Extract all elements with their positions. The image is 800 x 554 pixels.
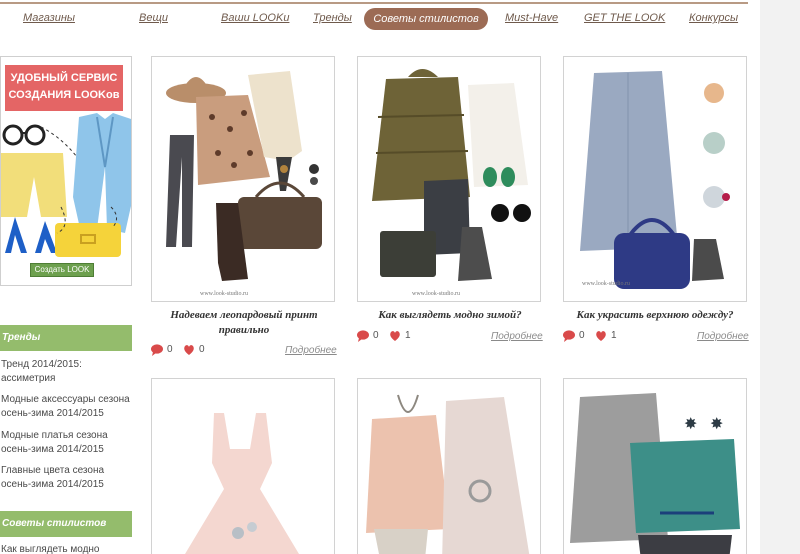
read-more-link[interactable]: Подробнее — [285, 345, 337, 356]
heart-icon[interactable] — [595, 330, 607, 342]
card-stats: 0 1 — [563, 330, 623, 344]
comment-bubble-icon[interactable] — [151, 344, 163, 356]
outerwear-decor-image: www.look-studio.ru — [580, 71, 730, 289]
nav-item-get-the-look[interactable]: GET THE LOOK — [584, 12, 665, 24]
card-stats: 0 1 — [357, 330, 417, 344]
comment-count: 0 — [579, 330, 585, 341]
heart-icon[interactable] — [389, 330, 401, 342]
pink-dress-image — [185, 413, 299, 554]
sidebar-link-main-colors[interactable]: Главные цвета сезона осень-зима 2014/201… — [1, 464, 131, 492]
snowflake-earring-icon: ✸ — [710, 416, 723, 433]
banner-collage-illustration — [1, 113, 131, 257]
nav-item-your-looks[interactable]: Ваши LOOKи — [221, 12, 289, 24]
nav-item-stylist-tips-active[interactable]: Советы стилистов — [364, 8, 488, 30]
sidebar-link-fashion-dresses[interactable]: Модные платья сезона осень-зима 2014/201… — [1, 429, 131, 457]
card-title[interactable]: Как выглядеть модно зимой? — [350, 308, 550, 323]
article-card-image[interactable] — [357, 378, 541, 554]
comment-count: 0 — [373, 330, 379, 341]
look-service-banner[interactable]: УДОБНЫЙ СЕРВИС СОЗДАНИЯ LOOKов — [0, 56, 132, 286]
article-card-image[interactable]: www.look-studio.ru — [563, 56, 747, 302]
winter-outfit-image: www.look-studio.ru — [372, 69, 531, 297]
read-more-link[interactable]: Подробнее — [697, 331, 749, 342]
like-count: 1 — [405, 330, 411, 341]
top-navigation: Магазины Вещи Ваши LOOKи Тренды Советы с… — [0, 0, 760, 36]
sidebar-heading-trends: Тренды — [0, 325, 132, 351]
sidebar-heading-stylist-tips: Советы стилистов — [0, 511, 132, 537]
card-title[interactable]: Надеваем леопардовый принт правильно — [144, 308, 344, 338]
sidebar-link-look-fashionable[interactable]: Как выглядеть модно — [1, 543, 131, 554]
nav-item-things[interactable]: Вещи — [139, 12, 168, 24]
article-card-image[interactable]: www.look-studio.ru — [357, 56, 541, 302]
sidebar-link-trend-asymmetry[interactable]: Тренд 2014/2015: ассиметрия — [1, 358, 131, 386]
like-count: 1 — [611, 330, 617, 341]
like-count: 0 — [199, 344, 205, 355]
nav-item-must-have[interactable]: Must-Have — [505, 12, 558, 24]
comment-bubble-icon[interactable] — [563, 330, 575, 342]
article-card-image[interactable]: www.look-studio.ru — [151, 56, 335, 302]
nav-top-rule — [0, 2, 748, 4]
snowflake-earring-icon: ✸ — [684, 416, 697, 433]
comment-bubble-icon[interactable] — [357, 330, 369, 342]
comment-count: 0 — [167, 344, 173, 355]
card-watermark: www.look-studio.ru — [412, 291, 460, 297]
nav-item-shops[interactable]: Магазины — [23, 12, 75, 24]
page-right-gutter — [760, 0, 800, 554]
teal-outfit-image: ✸ ✸ — [570, 393, 740, 554]
nav-item-trends[interactable]: Тренды — [313, 12, 352, 24]
card-stats: 0 0 — [151, 344, 211, 358]
pastel-outfit-image — [366, 394, 530, 554]
read-more-link[interactable]: Подробнее — [491, 331, 543, 342]
leopard-print-outfit-image: www.look-studio.ru — [166, 71, 322, 297]
sidebar-link-fashion-accessories[interactable]: Модные аксессуары сезона осень-зима 2014… — [1, 393, 131, 421]
card-title[interactable]: Как украсить верхнюю одежду? — [555, 308, 755, 323]
card-watermark: www.look-studio.ru — [582, 281, 630, 287]
article-card-image[interactable] — [151, 378, 335, 554]
article-card-image[interactable]: ✸ ✸ — [563, 378, 747, 554]
heart-icon[interactable] — [183, 344, 195, 356]
card-watermark: www.look-studio.ru — [200, 291, 248, 297]
nav-item-contests[interactable]: Конкурсы — [689, 12, 738, 24]
create-look-button[interactable]: Создать LOOK — [30, 263, 94, 277]
